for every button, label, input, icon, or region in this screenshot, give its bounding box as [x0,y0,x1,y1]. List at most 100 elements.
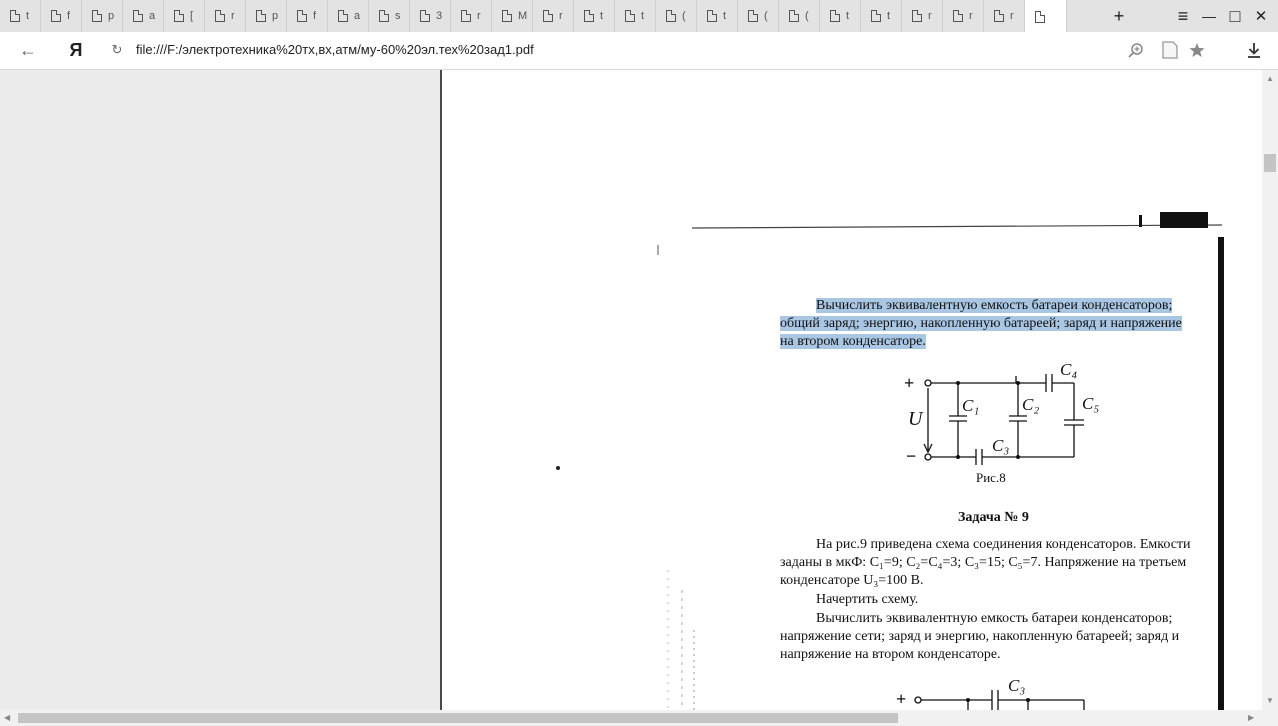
file-icon [666,10,676,22]
browser-tab-active[interactable] [1025,0,1067,33]
tab-bar: t f p a [r p f a s 3 r Mr t t (t ((t t r r r + ≡ — □ ✕ [0,0,1278,33]
tab-label: a [149,10,156,22]
file-icon [953,10,963,22]
vertical-scroll-thumb[interactable] [1264,154,1276,172]
horizontal-scrollbar[interactable]: ◀ ▶ [0,710,1278,726]
browser-tab[interactable]: t [0,0,41,32]
browser-tab[interactable]: r [984,0,1025,32]
file-icon [297,10,307,22]
file-icon [707,10,717,22]
file-icon [215,10,225,22]
browser-tab[interactable]: t [697,0,738,32]
browser-tab[interactable]: t [574,0,615,32]
tab-label: ( [764,10,768,22]
file-icon [174,10,184,22]
browser-tab[interactable]: p [246,0,287,32]
tab-label: M [518,10,528,22]
pdf-viewer[interactable]: Вычислить эквивалентную емкость батареи … [0,70,1262,710]
file-icon [502,10,512,22]
browser-tab[interactable]: t [820,0,861,32]
download-icon[interactable] [1244,39,1264,61]
page-icon[interactable] [1160,39,1180,61]
close-button[interactable]: ✕ [1250,6,1272,26]
browser-tab[interactable]: r [533,0,574,32]
address-bar: ← Я ↻ file:///F:/электротехника%20тх,вх,… [0,32,1278,70]
tab-label: ( [805,10,809,22]
file-icon [10,10,20,22]
browser-tab[interactable]: f [287,0,328,32]
browser-tab[interactable]: M [492,0,533,32]
tab-label: t [641,10,645,22]
menu-icon[interactable]: ≡ [1172,6,1194,26]
tab-label: t [846,10,850,22]
tab-label: t [723,10,727,22]
fig9-c3-label: C₃ [1008,676,1026,695]
scroll-left-arrow-icon[interactable]: ◀ [4,713,10,722]
tab-label: r [1010,10,1014,22]
file-icon [748,10,758,22]
browser-tab[interactable]: p [82,0,123,32]
maximize-button[interactable]: □ [1224,6,1246,26]
new-tab-button[interactable]: + [1108,6,1130,26]
tab-label: [ [190,10,194,22]
tab-label: t [26,10,30,22]
file-icon [420,10,430,22]
browser-tab[interactable]: t [615,0,656,32]
browser-tab[interactable]: a [328,0,369,32]
vertical-scrollbar[interactable]: ▲ ▼ [1262,70,1278,710]
file-icon [338,10,348,22]
horizontal-scroll-thumb[interactable] [18,713,898,723]
browser-tab[interactable]: a [123,0,164,32]
scroll-right-arrow-icon[interactable]: ▶ [1248,713,1254,722]
browser-tab[interactable]: r [943,0,984,32]
tab-label: f [67,10,71,22]
yandex-logo[interactable]: Я [64,39,88,61]
file-icon [625,10,635,22]
browser-tab[interactable]: ( [779,0,820,32]
browser-tab[interactable]: s [369,0,410,32]
tab-label: r [231,10,235,22]
browser-tab[interactable]: r [205,0,246,32]
file-icon [256,10,266,22]
file-icon [379,10,389,22]
tab-label: r [477,10,481,22]
reload-icon[interactable]: ↻ [108,39,126,61]
zoom-icon[interactable] [1126,39,1146,61]
tab-label: r [969,10,973,22]
file-icon [789,10,799,22]
tab-label: p [272,10,279,22]
tab-label: p [108,10,115,22]
browser-tab[interactable]: [ [164,0,205,32]
file-icon [133,10,143,22]
file-icon [92,10,102,22]
file-icon [912,10,922,22]
file-icon [51,10,61,22]
browser-tab[interactable]: r [902,0,943,32]
file-icon [1035,10,1045,23]
minimize-button[interactable]: — [1198,6,1220,26]
browser-tab[interactable]: t [861,0,902,32]
tab-label: t [887,10,891,22]
file-icon [584,10,594,22]
url-field[interactable]: file:///F:/электротехника%20тх,вх,атм/му… [136,42,534,57]
figure-9-circuit-partial [914,690,1085,710]
tab-label: r [559,10,563,22]
file-icon [543,10,553,22]
file-icon [830,10,840,22]
back-button[interactable]: ← [16,39,40,61]
file-icon [461,10,471,22]
browser-tab[interactable]: f [41,0,82,32]
tab-label: ( [682,10,686,22]
tab-label: t [600,10,604,22]
file-icon [994,10,1004,22]
scroll-up-arrow-icon[interactable]: ▲ [1266,74,1274,83]
browser-tab[interactable]: ( [738,0,779,32]
tab-label: 3 [436,10,443,22]
tab-label: r [928,10,932,22]
scroll-down-arrow-icon[interactable]: ▼ [1266,696,1274,705]
bookmark-star-icon[interactable] [1187,39,1207,61]
file-icon [871,10,881,22]
browser-tab[interactable]: 3 [410,0,451,32]
browser-tab[interactable]: ( [656,0,697,32]
browser-tab[interactable]: r [451,0,492,32]
